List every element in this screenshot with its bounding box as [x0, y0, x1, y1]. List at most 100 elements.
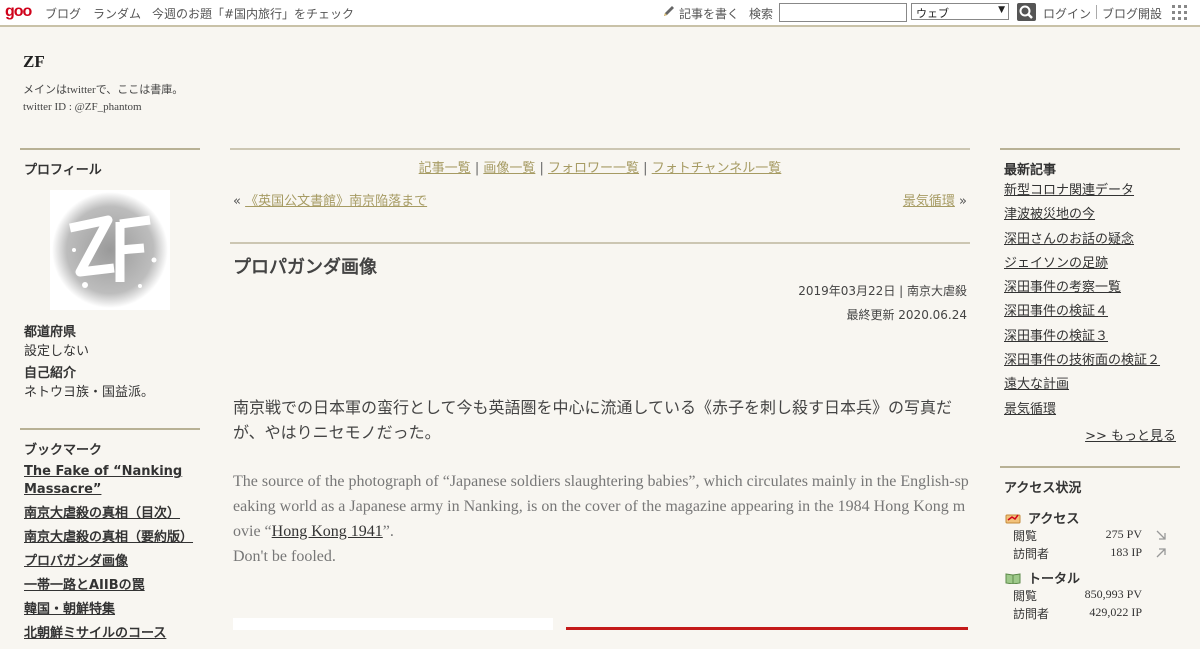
recent-article-link[interactable]: 深田事件の技術面の検証２: [1004, 353, 1160, 368]
all-articles-link[interactable]: 記事一覧: [419, 161, 471, 176]
login-link[interactable]: ログイン: [1043, 5, 1091, 22]
list-item: 景気循環: [1004, 401, 1160, 419]
prefecture-value: 設定しない: [24, 344, 90, 359]
recent-articles-heading: 最新記事: [1000, 148, 1180, 178]
entry-body-en: The source of the photograph of “Japanes…: [233, 469, 971, 569]
entry-body-text: ”.: [382, 523, 394, 540]
bookmark-heading: ブックマーク: [20, 428, 200, 458]
blog-description-line: twitter ID : @ZF_phantom: [23, 101, 142, 113]
list-item: プロパガンダ画像: [24, 553, 194, 571]
list-item: 深田さんのお話の疑念: [1004, 231, 1160, 249]
prev-mark: «: [233, 194, 241, 209]
bookmark-link[interactable]: 韓国・朝鮮特集: [24, 602, 115, 617]
search-icon: [1019, 5, 1033, 19]
hong-kong-1941-link[interactable]: Hong Kong 1941: [272, 523, 383, 540]
intro-label: 自己紹介: [24, 366, 77, 381]
article-nav: 記事一覧 | 画像一覧 | フォロワー一覧 | フォトチャンネル一覧: [418, 161, 782, 176]
entry-body-text: Don't be fooled.: [233, 548, 336, 565]
list-item: 深田事件の技術面の検証２: [1004, 352, 1160, 370]
open-blog-link[interactable]: ブログ開設: [1102, 5, 1162, 22]
divider: [1096, 5, 1097, 19]
access-chart-icon: [1005, 514, 1021, 524]
list-item: 北朝鮮ミサイルのコース: [24, 625, 194, 643]
trend-down-icon: [1156, 530, 1166, 540]
write-article-link[interactable]: 記事を書く: [679, 5, 739, 22]
divider: [230, 242, 970, 244]
all-images-link[interactable]: 画像一覧: [483, 161, 535, 176]
entry-title[interactable]: プロパガンダ画像: [233, 253, 377, 279]
total-visitors-value: 429,022 IP: [1089, 605, 1142, 619]
nav-random-link[interactable]: ランダム: [93, 5, 141, 22]
next-article-link[interactable]: 景気循環: [903, 194, 955, 209]
list-item: 遠大な計画: [1004, 376, 1160, 394]
recent-article-link[interactable]: 深田さんのお話の疑念: [1004, 232, 1134, 247]
search-scope-select[interactable]: ウェブ ▼: [911, 3, 1009, 20]
goo-logo[interactable]: goo: [5, 3, 32, 21]
list-item: 深田事件の検証４: [1004, 303, 1160, 321]
list-item: 津波被災地の今: [1004, 206, 1160, 224]
apps-grid-icon[interactable]: [1172, 5, 1188, 21]
entry-body-jp: 南京戦での日本軍の蛮行として今も英語圏を中心に流通している《赤子を刺し殺す日本兵…: [233, 398, 953, 442]
recent-article-link[interactable]: 新型コロナ関連データ: [1004, 183, 1134, 198]
bookmark-link[interactable]: The Fake of “Nanking Massacre”: [24, 464, 182, 497]
list-item: The Fake of “Nanking Massacre”: [24, 463, 194, 499]
search-input[interactable]: [779, 3, 907, 22]
recent-article-link[interactable]: 遠大な計画: [1004, 377, 1069, 392]
avatar[interactable]: [50, 190, 170, 310]
recent-article-link[interactable]: ジェイソンの足跡: [1004, 256, 1108, 271]
entry-date-category: 2019年03月22日 | 南京大虐殺: [798, 284, 967, 298]
bookmark-list: The Fake of “Nanking Massacre” 南京大虐殺の真相（…: [24, 463, 194, 649]
nav-weekly-theme-link[interactable]: 今週のお題「#国内旅行」をチェック: [152, 5, 354, 22]
total-label: トータル: [1028, 572, 1081, 587]
intro-value: ネトウヨ族・国益派。: [24, 385, 155, 400]
blog-title[interactable]: ZF: [23, 52, 45, 72]
top-bar: goo ブログ ランダム 今週のお題「#国内旅行」をチェック 記事を書く 検索 …: [0, 0, 1200, 27]
access-label: アクセス: [1028, 512, 1080, 527]
list-item: 一帯一路とAIIBの罠: [24, 577, 194, 595]
recent-article-link[interactable]: 景気循環: [1004, 402, 1056, 417]
recent-articles-list: 新型コロナ関連データ 津波被災地の今 深田さんのお話の疑念 ジェイソンの足跡 深…: [1004, 182, 1160, 425]
recent-article-link[interactable]: 深田事件の検証３: [1004, 329, 1108, 344]
access-views-value: 275 PV: [1105, 527, 1142, 541]
entry-updated: 最終更新 2020.06.24: [846, 308, 967, 322]
search-label: 検索: [749, 7, 774, 21]
followers-link[interactable]: フォロワー一覧: [548, 161, 639, 176]
nav-blog-link[interactable]: ブログ: [45, 5, 81, 22]
next-article: 景気循環 »: [903, 190, 967, 209]
access-status-heading: アクセス状況: [1000, 466, 1180, 496]
recent-article-link[interactable]: 深田事件の考察一覧: [1004, 280, 1121, 295]
list-item: 深田事件の検証３: [1004, 328, 1160, 346]
prev-article: « 《英国公文書館》南京陥落まで: [233, 190, 427, 209]
search-button[interactable]: [1017, 3, 1036, 21]
list-item: 新型コロナ関連データ: [1004, 182, 1160, 200]
search-scope-value: ウェブ: [916, 7, 949, 20]
list-item: 韓国・朝鮮特集: [24, 601, 194, 619]
list-item: 深田事件の考察一覧: [1004, 279, 1160, 297]
view-label: 閲覧: [1013, 589, 1038, 603]
blog-description-line: メインはtwitterで、ここは書庫。: [23, 84, 184, 96]
more-articles-link[interactable]: >> もっと見る: [1085, 425, 1176, 444]
profile-heading: プロフィール: [20, 148, 200, 178]
prefecture-label: 都道府県: [24, 325, 77, 340]
dropdown-arrow-icon: ▼: [998, 5, 1005, 15]
bookmark-link[interactable]: 一帯一路とAIIBの罠: [24, 578, 145, 593]
visitor-label: 訪問者: [1013, 607, 1050, 621]
divider: [230, 148, 970, 150]
avatar-image: [50, 190, 170, 310]
visitor-label: 訪問者: [1013, 547, 1050, 561]
photo-channel-link[interactable]: フォトチャンネル一覧: [652, 161, 782, 176]
bookmark-link[interactable]: 南京大虐殺の真相（目次）: [24, 506, 180, 521]
recent-article-link[interactable]: 津波被災地の今: [1004, 207, 1095, 222]
bookmark-link[interactable]: 南京大虐殺の真相（要約版）: [24, 530, 193, 545]
list-item: ジェイソンの足跡: [1004, 255, 1160, 273]
bookmark-link[interactable]: プロパガンダ画像: [24, 554, 128, 569]
entry-image: [233, 618, 553, 630]
access-visitors-value: 183 IP: [1110, 545, 1142, 559]
list-item: 南京大虐殺の真相（要約版）: [24, 529, 194, 547]
recent-article-link[interactable]: 深田事件の検証４: [1004, 304, 1108, 319]
pencil-icon: [664, 6, 674, 16]
bookmark-link[interactable]: 北朝鮮ミサイルのコース: [24, 626, 166, 641]
view-label: 閲覧: [1013, 529, 1038, 543]
prev-article-link[interactable]: 《英国公文書館》南京陥落まで: [245, 194, 427, 209]
list-item: 南京大虐殺の真相（目次）: [24, 505, 194, 523]
